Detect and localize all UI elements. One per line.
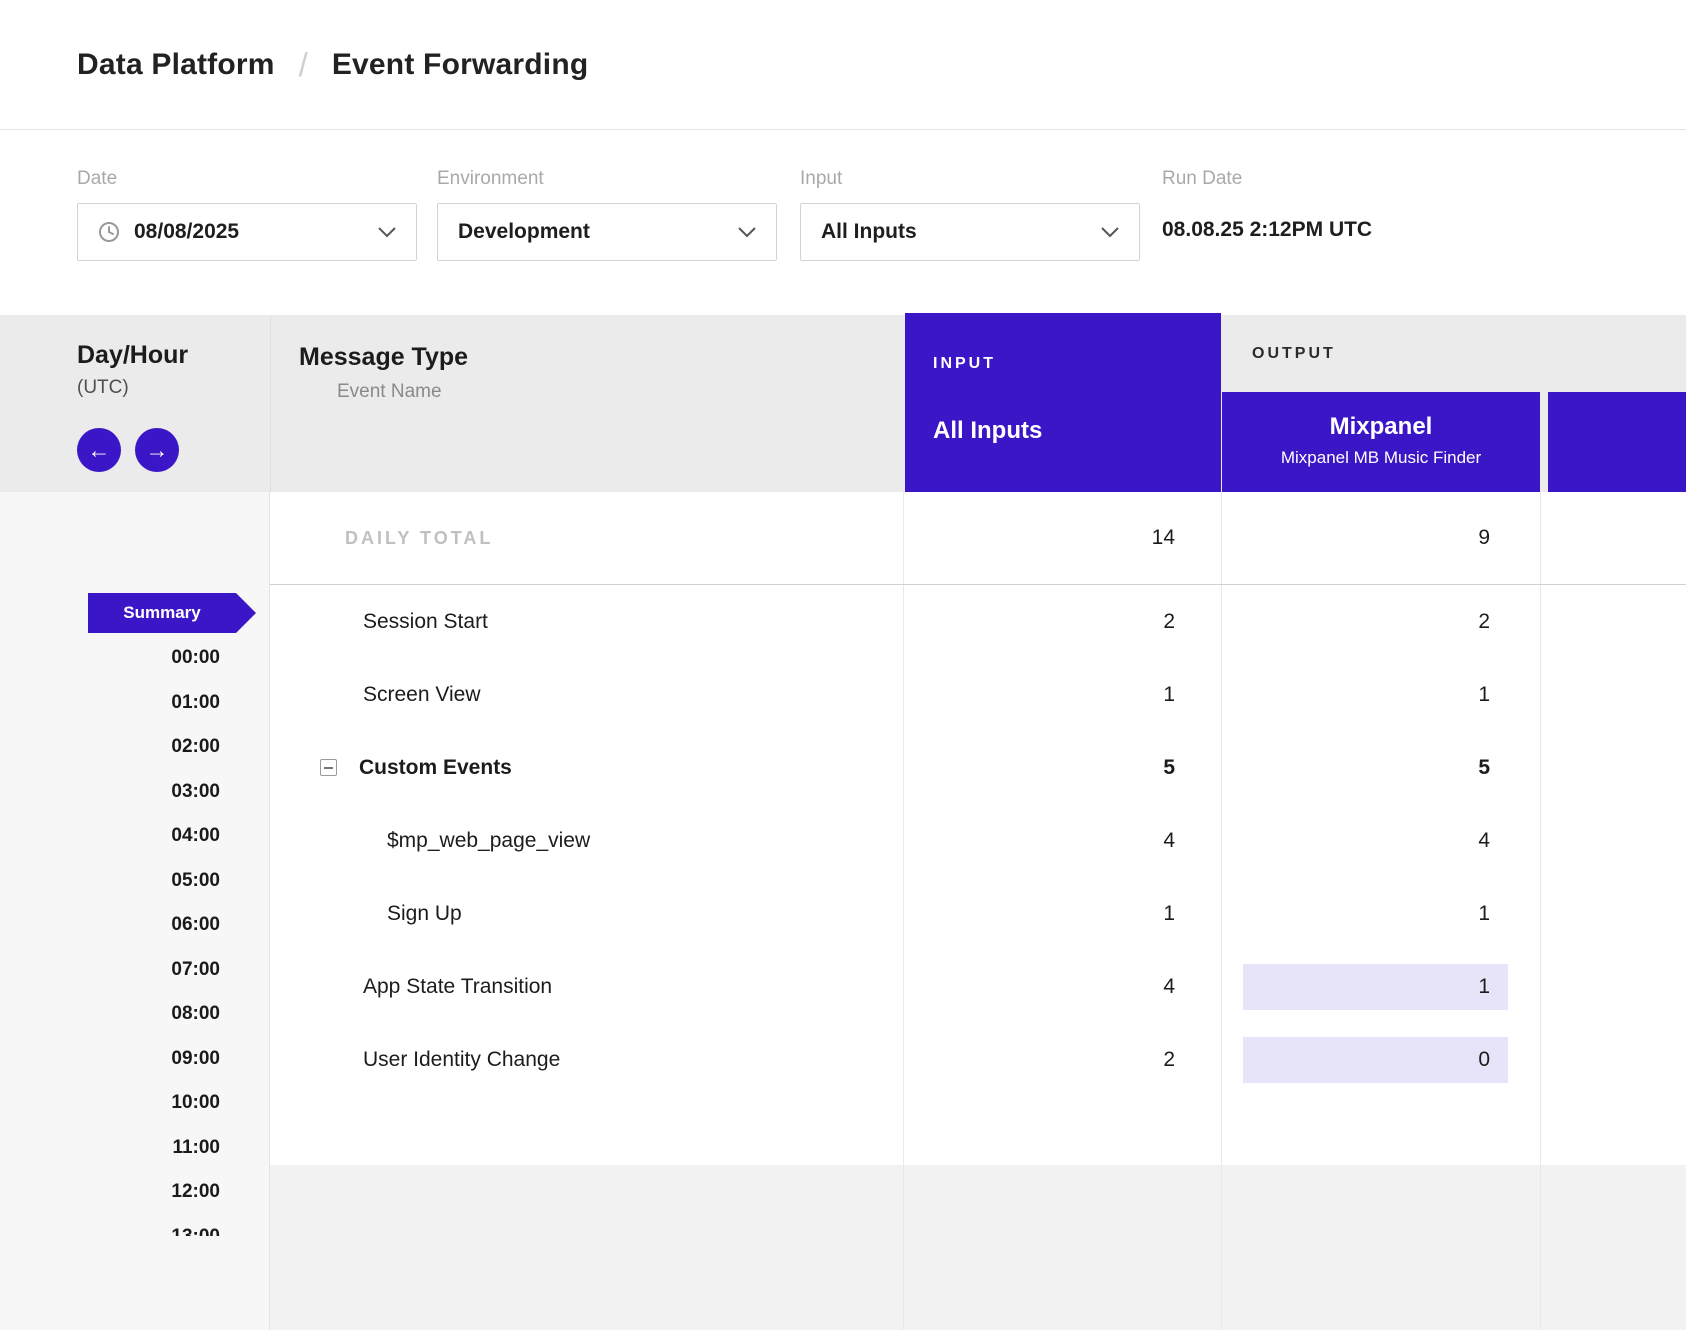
next-day-button[interactable]: → [135,428,179,472]
chevron-down-icon [738,227,756,238]
breadcrumb-current: Event Forwarding [332,48,589,82]
input-column-kicker: INPUT [933,355,1221,373]
hour-row-00[interactable]: 00:00 [0,636,220,681]
summary-badge[interactable]: Summary [88,593,236,633]
filter-bar: Date 08/08/2025 Environment Development [0,130,1686,315]
output-count-highlighted: 0 [1243,1037,1508,1083]
hour-row-10[interactable]: 10:00 [0,1081,220,1126]
event-row-sign-up: Sign Up 1 1 [270,877,1686,950]
day-hour-header: Day/Hour (UTC) [77,341,188,399]
breadcrumb-separator: / [299,46,308,84]
event-name: $mp_web_page_view [270,829,903,853]
hour-sidebar: Summary 00:00 01:00 02:00 03:00 04:00 05… [0,492,270,1330]
date-dropdown[interactable]: 08/08/2025 [77,203,417,261]
input-count: 1 [903,683,1221,707]
hour-row-08[interactable]: 08:00 [0,992,220,1037]
event-name: Screen View [270,683,903,707]
event-forwarding-page: Data Platform / Event Forwarding Date 08… [0,0,1686,1330]
event-row-app-state-transition: App State Transition 4 1 [270,950,1686,1023]
daily-total-label: DAILY TOTAL [270,528,903,549]
daily-total-input-count: 14 [903,526,1221,550]
chevron-down-icon [1101,227,1119,238]
collapse-icon[interactable] [320,759,337,776]
input-column-title: All Inputs [933,417,1221,445]
event-table: DAILY TOTAL 14 9 Session Start 2 2 Scree… [270,492,1686,1330]
date-filter-label: Date [77,168,417,190]
output-count: 1 [1478,683,1540,707]
output-column-title: Mixpanel [1222,413,1540,441]
input-count: 1 [903,902,1221,926]
daily-total-row: DAILY TOTAL 14 9 [270,492,1686,585]
event-row-custom-events: Custom Events 5 5 [270,731,1686,804]
day-hour-subtitle: (UTC) [77,377,188,399]
run-date-filter-label: Run Date [1162,168,1372,190]
input-count: 2 [903,1048,1221,1072]
daily-total-output-count: 9 [1478,526,1540,550]
hour-row-03[interactable]: 03:00 [0,770,220,815]
environment-dropdown[interactable]: Development [437,203,777,261]
event-row-mp-web-page-view: $mp_web_page_view 4 4 [270,804,1686,877]
breadcrumb: Data Platform / Event Forwarding [0,0,1686,130]
hour-row-04[interactable]: 04:00 [0,814,220,859]
clock-icon [98,221,120,243]
event-row-user-identity-change: User Identity Change 2 0 [270,1023,1686,1096]
event-row-screen-view: Screen View 1 1 [270,658,1686,731]
breadcrumb-data-platform[interactable]: Data Platform [77,48,275,82]
hour-row-07[interactable]: 07:00 [0,948,220,993]
output-count: 2 [1478,610,1540,634]
hour-row-09[interactable]: 09:00 [0,1037,220,1082]
hour-row-12[interactable]: 12:00 [0,1170,220,1215]
hour-row-05[interactable]: 05:00 [0,859,220,904]
output-count: 4 [1478,829,1540,853]
chevron-down-icon [378,227,396,238]
input-count: 4 [903,829,1221,853]
event-name: Custom Events [359,756,512,780]
run-date-value: 08.08.25 2:12PM UTC [1162,218,1372,242]
hour-row-01[interactable]: 01:00 [0,681,220,726]
output-column-header: Mixpanel Mixpanel MB Music Finder [1222,392,1540,492]
hour-row-11[interactable]: 11:00 [0,1126,220,1171]
hour-list: 00:00 01:00 02:00 03:00 04:00 05:00 06:0… [0,636,220,1236]
environment-filter-label: Environment [437,168,777,190]
hour-row-13[interactable]: 13:00 [0,1215,220,1237]
date-value: 08/08/2025 [134,220,239,244]
event-name: User Identity Change [270,1048,903,1072]
table-header: Day/Hour (UTC) ← → Message Type Event Na… [0,315,1686,492]
output-count: 5 [1478,756,1540,780]
input-count: 5 [903,756,1221,780]
message-type-header: Message Type Event Name [299,343,468,403]
input-value: All Inputs [821,220,917,244]
hour-row-02[interactable]: 02:00 [0,725,220,770]
output-column-partial [1548,392,1686,492]
event-name: App State Transition [270,975,903,999]
output-count-highlighted: 1 [1243,964,1508,1010]
output-column-subtitle: Mixpanel MB Music Finder [1222,448,1540,468]
environment-value: Development [458,220,590,244]
message-type-title: Message Type [299,343,468,372]
input-count: 4 [903,975,1221,999]
event-name: Session Start [270,610,903,634]
input-count: 2 [903,610,1221,634]
day-hour-title: Day/Hour [77,341,188,370]
input-dropdown[interactable]: All Inputs [800,203,1140,261]
input-filter-label: Input [800,168,1140,190]
prev-day-button[interactable]: ← [77,428,121,472]
output-column-kicker: OUTPUT [1252,345,1336,363]
input-column-header: INPUT All Inputs [905,313,1221,492]
event-name: Sign Up [270,902,903,926]
event-row-session-start: Session Start 2 2 [270,585,1686,658]
event-name-subtitle: Event Name [337,381,468,403]
output-count: 1 [1478,902,1540,926]
hour-row-06[interactable]: 06:00 [0,903,220,948]
